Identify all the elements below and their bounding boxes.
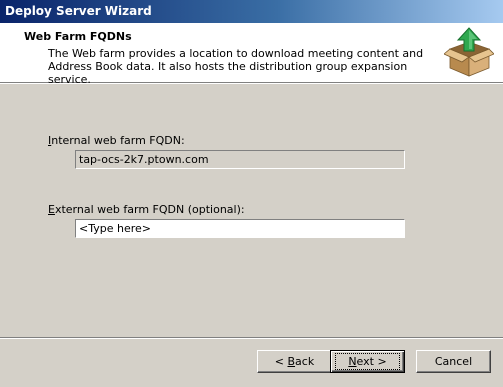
page-description: The Web farm provides a location to down… bbox=[48, 47, 424, 86]
back-button[interactable]: < Back bbox=[257, 350, 332, 373]
cancel-button[interactable]: Cancel bbox=[416, 350, 491, 373]
page-title: Web Farm FQDNs bbox=[24, 30, 132, 43]
internal-fqdn-label: Internal web farm FQDN: bbox=[48, 134, 185, 147]
header-divider bbox=[0, 83, 503, 84]
next-button-accel: N bbox=[348, 355, 357, 368]
next-button-focus: Next > bbox=[335, 353, 400, 370]
window-title: Deploy Server Wizard bbox=[5, 4, 152, 18]
next-button-rest: ext > bbox=[356, 355, 387, 368]
wizard-header: Web Farm FQDNs The Web farm provides a l… bbox=[0, 23, 503, 86]
title-bar[interactable]: Deploy Server Wizard bbox=[0, 0, 503, 23]
external-fqdn-label: External web farm FQDN (optional): bbox=[48, 203, 245, 216]
package-upload-icon bbox=[444, 27, 494, 77]
footer-divider bbox=[0, 337, 503, 339]
back-button-accel: B bbox=[287, 355, 296, 368]
internal-fqdn-field[interactable]: tap-ocs-2k7.ptown.com bbox=[75, 150, 405, 169]
back-button-rest: ack bbox=[295, 355, 315, 368]
external-fqdn-field[interactable]: <Type here> bbox=[75, 219, 405, 238]
internal-fqdn-label-text: nternal web farm FQDN: bbox=[51, 134, 185, 147]
external-fqdn-label-accel: E bbox=[48, 203, 55, 216]
external-fqdn-label-text: xternal web farm FQDN (optional): bbox=[54, 203, 245, 216]
next-button[interactable]: Next > bbox=[330, 350, 405, 373]
back-button-prefix: < bbox=[274, 355, 288, 368]
deploy-server-wizard-window: Deploy Server Wizard Web Farm FQDNs The … bbox=[0, 0, 503, 387]
